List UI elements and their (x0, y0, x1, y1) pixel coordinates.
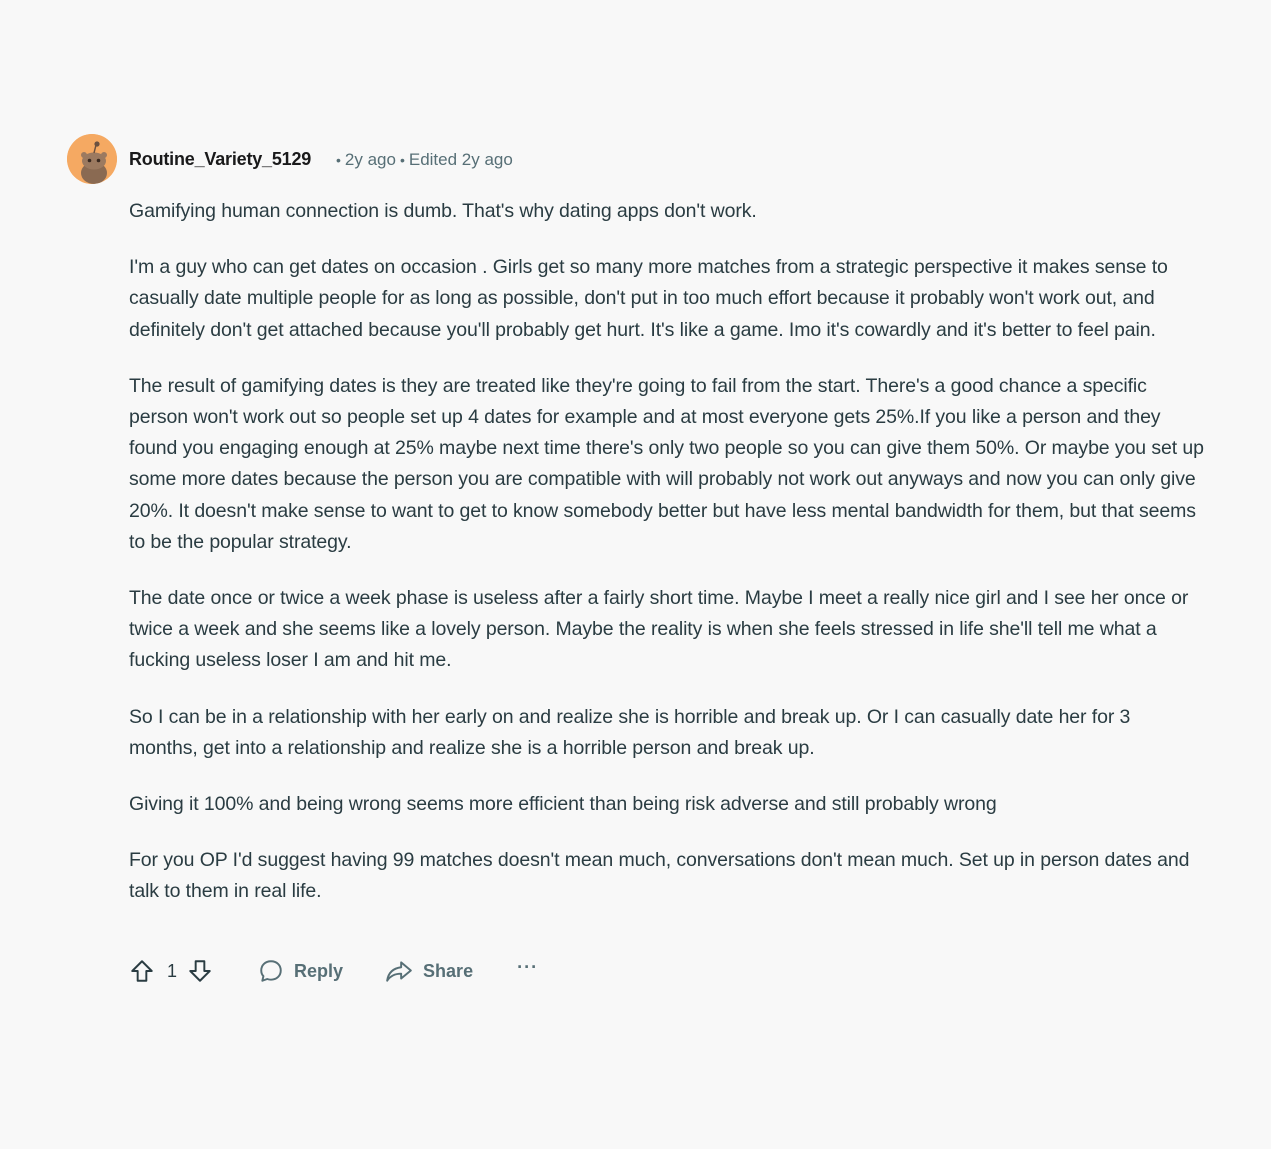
comment-paragraph: Gamifying human connection is dumb. That… (129, 200, 757, 222)
user-avatar[interactable] (67, 134, 117, 184)
meta-separator: • (399, 152, 405, 168)
meta-separator: • (336, 152, 341, 168)
upvote-icon[interactable] (129, 958, 155, 984)
comment-body: Gamifying human connection is dumb. That… (129, 196, 1204, 908)
comment-paragraph: I'm a guy who can get dates on occasion … (129, 256, 1168, 341)
reply-button[interactable]: Reply (258, 958, 343, 984)
comment-actions: 1 Reply Share ··· (129, 953, 538, 989)
speech-bubble-icon (258, 958, 284, 984)
vote-count: 1 (167, 960, 178, 981)
comment: Routine_Variety_5129 • 2y ago • Edited 2y a… (67, 133, 1207, 982)
share-arrow-icon (385, 958, 413, 984)
more-options-button[interactable]: ··· (517, 957, 538, 978)
comment-paragraph: So I can be in a relationship with her e… (129, 705, 1131, 759)
comment-meta: • 2y ago • Edited 2y ago (332, 150, 513, 170)
comment-paragraph: The result of gamifying dates is they ar… (129, 374, 1204, 553)
comment-author[interactable]: Routine_Variety_5129 (129, 149, 311, 170)
comment-paragraph: Giving it 100% and being wrong seems mor… (129, 793, 997, 816)
edited-label: Edited 2y ago (408, 150, 513, 169)
comment-paragraph: For you OP I'd suggest having 99 matches… (129, 849, 1190, 903)
reply-label: Reply (294, 960, 344, 981)
snoo-avatar-icon (67, 134, 117, 184)
share-button[interactable]: Share (385, 958, 473, 984)
share-label: Share (423, 960, 474, 981)
downvote-icon[interactable] (187, 958, 213, 984)
comment-header: Routine_Variety_5129 • 2y ago • Edited 2y a… (67, 133, 1207, 185)
comment-timestamp[interactable]: 2y ago (345, 150, 396, 169)
comment-paragraph: The date once or twice a week phase is u… (129, 587, 1189, 672)
